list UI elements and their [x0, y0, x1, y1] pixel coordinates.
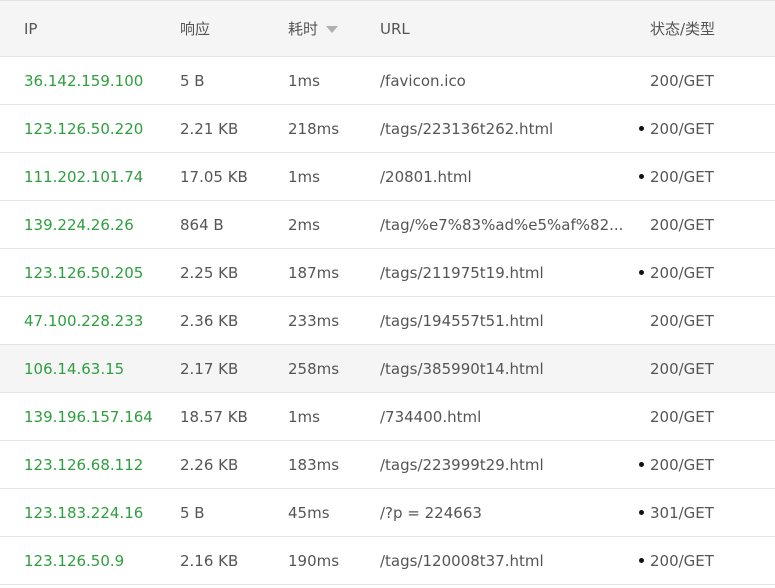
- dot-icon: [638, 126, 644, 131]
- table-row[interactable]: 123.126.50.9 2.16 KB 190ms/tags/120008t37.…: [0, 537, 775, 585]
- column-header-time-label: 耗时: [288, 20, 319, 38]
- column-header-ip[interactable]: IP: [24, 1, 37, 56]
- time-cell: 183ms: [288, 455, 340, 474]
- time-cell: 190ms: [288, 551, 340, 570]
- size-cell: 5 B: [180, 503, 205, 522]
- url-text: /734400.html: [380, 407, 482, 426]
- table-header: IP 响应 耗时 URL 状态/类型: [0, 0, 775, 57]
- url-cell[interactable]: /tags/223136t262.html: [380, 105, 632, 152]
- url-text: /?p = 224663: [380, 503, 482, 522]
- ip-cell[interactable]: 123.126.50.220: [24, 105, 143, 152]
- time-cell: 1ms: [288, 71, 320, 90]
- status-cell: 200/GET: [650, 263, 714, 282]
- status-cell: 200/GET: [650, 71, 714, 90]
- url-cell[interactable]: /734400.html: [380, 393, 632, 440]
- status-cell: 200/GET: [650, 359, 714, 378]
- table-row[interactable]: 123.126.50.220 2.21 KB 218ms/tags/223136t2…: [0, 105, 775, 153]
- table-body: 36.142.159.100 5 B 1ms/favicon.ico 200/GET 1…: [0, 57, 775, 585]
- url-text: /tags/223999t29.html: [380, 455, 544, 474]
- status-cell: 301/GET: [650, 503, 714, 522]
- table-row[interactable]: 123.126.50.205 2.25 KB 187ms/tags/211975t1…: [0, 249, 775, 297]
- url-cell[interactable]: /tags/120008t37.html: [380, 537, 632, 584]
- url-cell[interactable]: /20801.html: [380, 153, 632, 200]
- url-cell[interactable]: /?p = 224663: [380, 489, 632, 536]
- time-cell: 45ms: [288, 503, 330, 522]
- dot-icon: [638, 174, 644, 179]
- ip-cell[interactable]: 106.14.63.15: [24, 345, 124, 392]
- ip-cell[interactable]: 123.126.50.9: [24, 537, 124, 584]
- time-cell: 258ms: [288, 359, 340, 378]
- table-row[interactable]: 139.224.26.26 864 B 2ms/tag/%e7%83%ad%e5%a…: [0, 201, 775, 249]
- marker-dot: [637, 153, 645, 200]
- url-text: /favicon.ico: [380, 71, 466, 90]
- ip-cell[interactable]: 123.126.50.205: [24, 249, 143, 296]
- size-cell: 2.25 KB: [180, 263, 239, 282]
- table-row[interactable]: 47.100.228.233 2.36 KB 233ms/tags/194557t5…: [0, 297, 775, 345]
- url-text: /tags/211975t19.html: [380, 263, 544, 282]
- dot-icon: [638, 270, 644, 275]
- size-cell: 2.16 KB: [180, 551, 239, 570]
- table-row[interactable]: 123.126.68.112 2.26 KB 183ms/tags/223999t2…: [0, 441, 775, 489]
- marker-dot: [637, 105, 645, 152]
- ip-cell[interactable]: 111.202.101.74: [24, 153, 143, 200]
- ip-cell[interactable]: 123.183.224.16: [24, 489, 143, 536]
- url-cell[interactable]: /tags/211975t19.html: [380, 249, 632, 296]
- size-cell: 17.05 KB: [180, 167, 248, 186]
- column-header-url[interactable]: URL: [380, 1, 632, 56]
- size-cell: 864 B: [180, 215, 224, 234]
- table-row[interactable]: 139.196.157.164 18.57 KB 1ms/734400.html 20…: [0, 393, 775, 441]
- time-cell: 218ms: [288, 119, 340, 138]
- size-cell: 18.57 KB: [180, 407, 248, 426]
- status-cell: 200/GET: [650, 215, 714, 234]
- dot-icon: [638, 558, 644, 563]
- ip-cell[interactable]: 47.100.228.233: [24, 297, 143, 344]
- size-cell: 2.36 KB: [180, 311, 239, 330]
- url-text: /tags/120008t37.html: [380, 551, 544, 570]
- url-text: /20801.html: [380, 167, 472, 186]
- url-cell[interactable]: /tag/%e7%83%ad%e5%af%82...: [380, 201, 632, 248]
- url-text: /tags/194557t51.html: [380, 311, 544, 330]
- column-header-size[interactable]: 响应: [180, 1, 210, 56]
- url-cell[interactable]: /tags/194557t51.html: [380, 297, 632, 344]
- size-cell: 5 B: [180, 71, 205, 90]
- time-cell: 2ms: [288, 215, 320, 234]
- time-cell: 1ms: [288, 407, 320, 426]
- time-cell: 187ms: [288, 263, 340, 282]
- column-header-time[interactable]: 耗时: [288, 1, 339, 56]
- ip-cell[interactable]: 123.126.68.112: [24, 441, 143, 488]
- size-cell: 2.21 KB: [180, 119, 239, 138]
- url-cell[interactable]: /tags/385990t14.html: [380, 345, 632, 392]
- url-text: /tags/223136t262.html: [380, 119, 554, 138]
- size-cell: 2.17 KB: [180, 359, 239, 378]
- table-row[interactable]: 36.142.159.100 5 B 1ms/favicon.ico 200/GET: [0, 57, 775, 105]
- column-header-status[interactable]: 状态/类型: [650, 1, 715, 56]
- status-cell: 200/GET: [650, 407, 714, 426]
- dot-icon: [638, 462, 644, 467]
- dot-icon: [638, 510, 644, 515]
- url-cell[interactable]: /favicon.ico: [380, 57, 632, 104]
- time-cell: 233ms: [288, 311, 340, 330]
- url-cell[interactable]: /tags/223999t29.html: [380, 441, 632, 488]
- table-row[interactable]: 111.202.101.74 17.05 KB 1ms/20801.html 200/…: [0, 153, 775, 201]
- ip-cell[interactable]: 36.142.159.100: [24, 57, 143, 104]
- url-text: /tags/385990t14.html: [380, 359, 544, 378]
- sort-descending-icon[interactable]: [326, 26, 339, 33]
- marker-dot: [637, 489, 645, 536]
- status-cell: 200/GET: [650, 311, 714, 330]
- marker-dot: [637, 441, 645, 488]
- marker-dot: [637, 249, 645, 296]
- request-log-table: IP 响应 耗时 URL 状态/类型 36.142.159.100 5 B 1ms /…: [0, 0, 775, 585]
- ip-cell[interactable]: 139.224.26.26: [24, 201, 134, 248]
- status-cell: 200/GET: [650, 167, 714, 186]
- time-cell: 1ms: [288, 167, 320, 186]
- size-cell: 2.26 KB: [180, 455, 239, 474]
- url-text: /tag/%e7%83%ad%e5%af%82...: [380, 215, 624, 234]
- ip-cell[interactable]: 139.196.157.164: [24, 393, 153, 440]
- table-row[interactable]: 106.14.63.15 2.17 KB 258ms/tags/385990t14.…: [0, 345, 775, 393]
- table-row[interactable]: 123.183.224.16 5 B 45ms /?p = 224663 301/GET: [0, 489, 775, 537]
- marker-dot: [637, 537, 645, 584]
- status-cell: 200/GET: [650, 455, 714, 474]
- status-cell: 200/GET: [650, 551, 714, 570]
- status-cell: 200/GET: [650, 119, 714, 138]
